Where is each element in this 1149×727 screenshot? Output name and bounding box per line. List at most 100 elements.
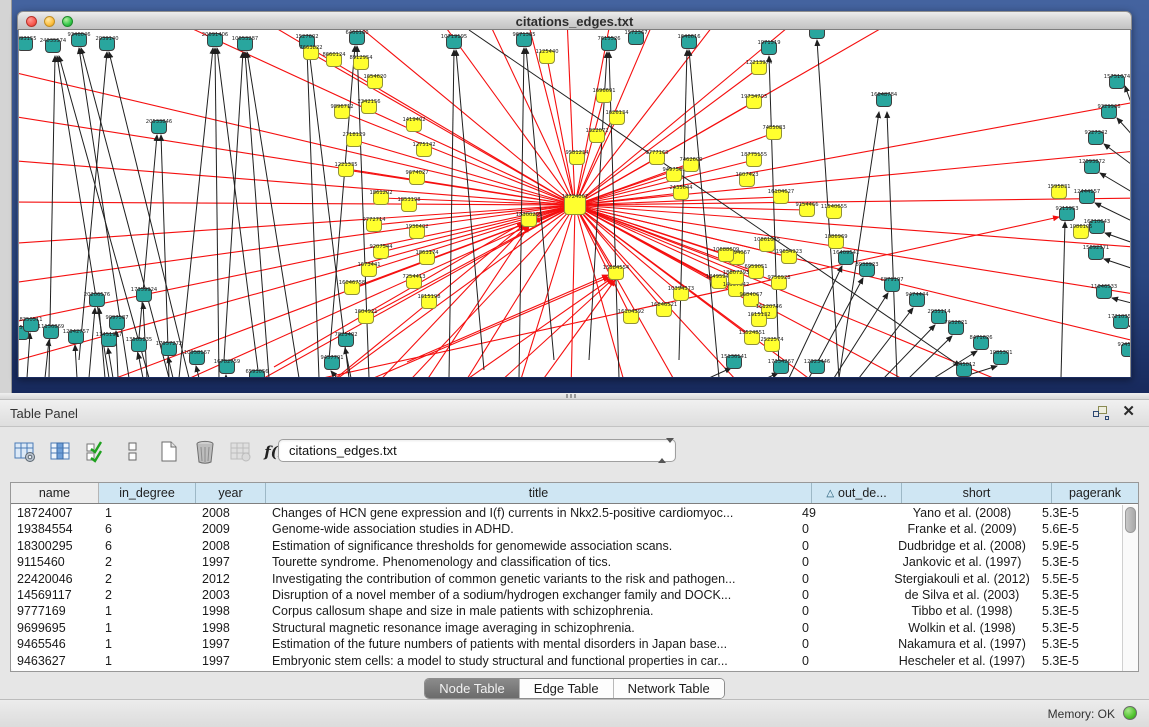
cell-pagerank[interactable]: 5.3E-5	[1036, 505, 1122, 521]
cell-name[interactable]: 14569117	[11, 587, 99, 603]
cell-title[interactable]: Genome-wide association studies in ADHD.	[266, 521, 796, 537]
cell-in-degree[interactable]: 1	[99, 620, 196, 636]
divider-grip-icon[interactable]	[566, 394, 576, 398]
cell-title[interactable]: Changes of HCN gene expression and I(f) …	[266, 505, 796, 521]
float-panel-icon[interactable]	[1093, 406, 1109, 420]
new-table-icon[interactable]	[156, 440, 182, 464]
cell-short[interactable]: Franke et al. (2009)	[886, 521, 1036, 537]
cell-year[interactable]: 2008	[196, 505, 266, 521]
cell-in-degree[interactable]: 6	[99, 538, 196, 554]
panel-divider[interactable]	[0, 393, 1149, 400]
cell-out-degree[interactable]: 49	[796, 505, 886, 521]
cell-out-degree[interactable]: 0	[796, 571, 886, 587]
table-settings-icon[interactable]	[12, 440, 38, 464]
column-header-pagerank[interactable]: pagerank	[1052, 483, 1138, 503]
cell-pagerank[interactable]: 5.3E-5	[1036, 636, 1122, 652]
network-node[interactable]	[810, 30, 825, 39]
cell-in-degree[interactable]: 2	[99, 587, 196, 603]
cell-short[interactable]: Yano et al. (2008)	[886, 505, 1036, 521]
cell-in-degree[interactable]: 1	[99, 636, 196, 652]
cell-out-degree[interactable]: 0	[796, 620, 886, 636]
table-row[interactable]: 1830029562008Estimation of significance …	[11, 538, 1122, 554]
table-row[interactable]: 1872400712008Changes of HCN gene express…	[11, 505, 1122, 521]
table-row[interactable]: 1938455462009Genome-wide association stu…	[11, 521, 1122, 537]
delete-table-icon[interactable]	[192, 440, 218, 464]
column-header-year[interactable]: year	[196, 483, 266, 503]
cell-out-degree[interactable]: 0	[796, 653, 886, 669]
cell-name[interactable]: 9699695	[11, 620, 99, 636]
cell-name[interactable]: 18724007	[11, 505, 99, 521]
tab-node-table[interactable]: Node Table	[425, 679, 520, 698]
cell-year[interactable]: 1997	[196, 554, 266, 570]
network-canvas[interactable]: 2393155240355749346046203914020691406106…	[18, 30, 1131, 377]
deselect-icon[interactable]	[120, 440, 146, 464]
cell-short[interactable]: Jankovic et al. (1997)	[886, 554, 1036, 570]
cell-in-degree[interactable]: 1	[99, 603, 196, 619]
cell-out-degree[interactable]: 0	[796, 603, 886, 619]
cell-title[interactable]: Tourette syndrome. Phenomenology and cla…	[266, 554, 796, 570]
cell-short[interactable]: Nakamura et al. (1997)	[886, 636, 1036, 652]
cell-title[interactable]: Structural magnetic resonance image aver…	[266, 620, 796, 636]
cell-title[interactable]: Embryonic stem cells: a model to study s…	[266, 653, 796, 669]
column-header-out-degree[interactable]: △out_de...	[812, 483, 902, 503]
delete-column-icon[interactable]	[228, 440, 254, 464]
cell-in-degree[interactable]: 2	[99, 554, 196, 570]
cell-out-degree[interactable]: 0	[796, 636, 886, 652]
cell-title[interactable]: Disruption of a novel member of a sodium…	[266, 587, 796, 603]
cell-pagerank[interactable]: 5.5E-5	[1036, 571, 1122, 587]
cell-in-degree[interactable]: 1	[99, 653, 196, 669]
table-row[interactable]: 969969511998Structural magnetic resonanc…	[11, 620, 1122, 636]
cell-title[interactable]: Estimation of the future numbers of pati…	[266, 636, 796, 652]
column-header-in-degree[interactable]: in_degree	[99, 483, 196, 503]
cell-year[interactable]: 1997	[196, 636, 266, 652]
cell-out-degree[interactable]: 0	[796, 554, 886, 570]
cell-name[interactable]: 9777169	[11, 603, 99, 619]
cell-pagerank[interactable]: 5.3E-5	[1036, 587, 1122, 603]
column-header-name[interactable]: name	[11, 483, 99, 503]
table-row[interactable]: 1456911722003Disruption of a novel membe…	[11, 587, 1122, 603]
cell-short[interactable]: Dudbridge et al. (2008)	[886, 538, 1036, 554]
citation-network-graph[interactable]: 2393155240355749346046203914020691406106…	[19, 30, 1131, 377]
cell-pagerank[interactable]: 5.6E-5	[1036, 521, 1122, 537]
cell-pagerank[interactable]: 5.3E-5	[1036, 620, 1122, 636]
cell-title[interactable]: Estimation of significance thresholds fo…	[266, 538, 796, 554]
cell-year[interactable]: 2009	[196, 521, 266, 537]
cell-short[interactable]: Hescheler et al. (1997)	[886, 653, 1036, 669]
cell-out-degree[interactable]: 0	[796, 587, 886, 603]
cell-name[interactable]: 9115460	[11, 554, 99, 570]
cell-year[interactable]: 2003	[196, 587, 266, 603]
cell-in-degree[interactable]: 1	[99, 505, 196, 521]
column-header-title[interactable]: title	[266, 483, 812, 503]
memory-ok-icon[interactable]	[1123, 706, 1137, 720]
cell-out-degree[interactable]: 0	[796, 521, 886, 537]
cell-pagerank[interactable]: 5.9E-5	[1036, 538, 1122, 554]
table-row[interactable]: 946362711997Embryonic stem cells: a mode…	[11, 653, 1122, 669]
cell-year[interactable]: 2012	[196, 571, 266, 587]
select-column-icon[interactable]	[48, 440, 74, 464]
cell-year[interactable]: 2008	[196, 538, 266, 554]
table-scrollbar-thumb[interactable]	[1125, 507, 1136, 533]
cell-title[interactable]: Investigating the contribution of common…	[266, 571, 796, 587]
cell-year[interactable]: 1998	[196, 620, 266, 636]
cell-short[interactable]: de Silva et al. (2003)	[886, 587, 1036, 603]
cell-pagerank[interactable]: 5.3E-5	[1036, 603, 1122, 619]
cell-short[interactable]: Tibbo et al. (1998)	[886, 603, 1036, 619]
cell-pagerank[interactable]: 5.3E-5	[1036, 653, 1122, 669]
table-scrollbar[interactable]	[1122, 505, 1138, 671]
close-panel-icon[interactable]: ✕	[1122, 404, 1135, 420]
cell-short[interactable]: Stergiakouli et al. (2012)	[886, 571, 1036, 587]
cell-name[interactable]: 18300295	[11, 538, 99, 554]
cell-short[interactable]: Wolkin et al. (1998)	[886, 620, 1036, 636]
tab-network-table[interactable]: Network Table	[614, 679, 724, 698]
cell-year[interactable]: 1998	[196, 603, 266, 619]
cell-name[interactable]: 19384554	[11, 521, 99, 537]
table-row[interactable]: 946554611997Estimation of the future num…	[11, 636, 1122, 652]
cell-name[interactable]: 9465546	[11, 636, 99, 652]
table-source-combobox[interactable]: citations_edges.txt	[278, 439, 676, 462]
cell-in-degree[interactable]: 6	[99, 521, 196, 537]
column-header-short[interactable]: short	[902, 483, 1052, 503]
cell-out-degree[interactable]: 0	[796, 538, 886, 554]
cell-pagerank[interactable]: 5.3E-5	[1036, 554, 1122, 570]
network-window-titlebar[interactable]: citations_edges.txt	[17, 11, 1132, 30]
table-row[interactable]: 2242004622012Investigating the contribut…	[11, 571, 1122, 587]
